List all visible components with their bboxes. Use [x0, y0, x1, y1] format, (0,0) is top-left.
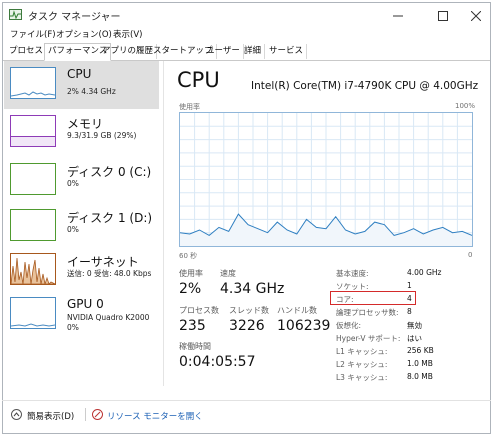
- sidebar-item-memory[interactable]: メモリ 9.3/31.9 GB (29%): [4, 109, 159, 157]
- spec-label: L3 キャッシュ:: [336, 373, 388, 382]
- sidebar-item-ethernet[interactable]: イーサネット 送信: 0 受信: 48.0 Kbps: [4, 247, 159, 295]
- spec-label: 仮想化:: [336, 321, 362, 330]
- tab-details[interactable]: 詳細: [241, 44, 266, 59]
- panel-divider[interactable]: [163, 61, 164, 386]
- menu-view[interactable]: 表示(V): [113, 28, 142, 40]
- sidebar-item-sub: 2% 4.34 GHz: [67, 87, 116, 96]
- spec-label: 基本速度:: [336, 269, 369, 278]
- graph-y-label: 使用率: [179, 103, 200, 111]
- chevron-up-icon[interactable]: [11, 409, 22, 420]
- spec-value: 1.0 MB: [407, 359, 433, 368]
- sidebar-item-label: GPU 0: [67, 297, 104, 311]
- resource-monitor-link[interactable]: リソース モニターを開く: [107, 410, 203, 422]
- sidebar-item-disk0[interactable]: ディスク 0 (C:) 0%: [4, 157, 159, 205]
- speed-label: 速度: [220, 269, 236, 278]
- speed-value: 4.34 GHz: [220, 281, 285, 297]
- sidebar-item-label: CPU: [67, 67, 92, 81]
- performance-sidebar: CPU 2% 4.34 GHz メモリ 9.3/31.9 GB (29%) ディ…: [4, 61, 159, 381]
- cores-highlight-box: [330, 291, 416, 305]
- uptime-value: 0:04:05:57: [179, 354, 256, 370]
- spec-value: 4.00 GHz: [407, 268, 442, 277]
- sidebar-item-sub: NVIDIA Quadro K2000: [67, 313, 150, 322]
- spec-label: L2 キャッシュ:: [336, 360, 388, 369]
- minimize-button[interactable]: [385, 6, 411, 24]
- sidebar-item-disk1[interactable]: ディスク 1 (D:) 0%: [4, 203, 159, 251]
- resource-monitor-icon[interactable]: [92, 409, 103, 420]
- gpu-thumbnail: [10, 297, 56, 329]
- graph-x-min: 0: [468, 251, 473, 259]
- graph-x-label: 60 秒: [179, 252, 198, 260]
- sidebar-item-sub: 0%: [67, 225, 79, 234]
- menu-file[interactable]: ファイル(F): [10, 28, 56, 40]
- disk1-thumbnail: [10, 209, 56, 241]
- sidebar-item-sub: 送信: 0 受信: 48.0 Kbps: [67, 269, 152, 278]
- usage-label: 使用率: [179, 269, 203, 278]
- spec-value: はい: [407, 334, 422, 343]
- spec-value: 8: [407, 307, 412, 316]
- spec-label: 論理プロセッサ数:: [336, 308, 399, 317]
- spec-label: L1 キャッシュ:: [336, 347, 388, 356]
- usage-value: 2%: [179, 281, 202, 297]
- brief-view-link[interactable]: 簡易表示(D): [27, 410, 74, 422]
- uptime-label: 稼働時間: [179, 342, 211, 351]
- sidebar-item-label: ディスク 1 (D:): [67, 211, 153, 225]
- thread-value: 3226: [229, 318, 265, 334]
- sidebar-item-label: メモリ: [67, 117, 104, 131]
- sidebar-item-gpu[interactable]: GPU 0 NVIDIA Quadro K2000 0%: [4, 291, 159, 339]
- maximize-button[interactable]: [430, 6, 456, 24]
- process-value: 235: [179, 318, 206, 334]
- ethernet-thumbnail: [10, 253, 56, 285]
- process-label: プロセス数: [179, 306, 219, 315]
- cpu-usage-graph: [179, 112, 473, 247]
- title-bar[interactable]: タスク マネージャー: [3, 3, 490, 27]
- spec-value: 8.0 MB: [407, 372, 433, 381]
- spec-label: Hyper-V サポート:: [336, 334, 401, 343]
- sidebar-item-cpu[interactable]: CPU 2% 4.34 GHz: [4, 61, 159, 109]
- menu-bar: ファイル(F) オプション(O) 表示(V): [3, 27, 490, 42]
- handle-value: 106239: [277, 318, 331, 334]
- sidebar-item-sub: 9.3/31.9 GB (29%): [67, 131, 137, 140]
- spec-value: 無効: [407, 321, 422, 330]
- spec-value: 1: [407, 281, 412, 290]
- tab-users[interactable]: ユーザー: [203, 44, 244, 59]
- page-title: CPU: [177, 68, 220, 92]
- tab-processes[interactable]: プロセス: [6, 44, 48, 59]
- tab-app-history[interactable]: アプリの履歴: [99, 44, 158, 59]
- spec-value: 256 KB: [407, 346, 434, 355]
- thread-label: スレッド数: [229, 306, 269, 315]
- sidebar-item-label: ディスク 0 (C:): [67, 165, 152, 179]
- task-manager-icon: [9, 9, 22, 20]
- tab-services[interactable]: サービス: [266, 44, 308, 59]
- menu-options[interactable]: オプション(O): [56, 28, 112, 40]
- sidebar-item-sub2: 0%: [67, 323, 79, 332]
- sidebar-item-sub: 0%: [67, 179, 79, 188]
- window-title: タスク マネージャー: [28, 12, 121, 23]
- tab-bar: プロセス パフォーマンス アプリの履歴 スタートアップ ユーザー 詳細 サービス: [3, 43, 490, 61]
- footer-divider: [2, 400, 491, 401]
- disk0-thumbnail: [10, 163, 56, 195]
- memory-thumbnail: [10, 115, 56, 147]
- footer-separator: [85, 408, 86, 421]
- cpu-thumbnail: [10, 67, 56, 99]
- close-button[interactable]: [463, 6, 489, 24]
- cpu-model-name: Intel(R) Core(TM) i7-4790K CPU @ 4.00GHz: [251, 80, 479, 92]
- graph-y-max: 100%: [455, 102, 476, 110]
- cpu-usage-chart: [179, 113, 473, 246]
- handle-label: ハンドル数: [277, 306, 317, 315]
